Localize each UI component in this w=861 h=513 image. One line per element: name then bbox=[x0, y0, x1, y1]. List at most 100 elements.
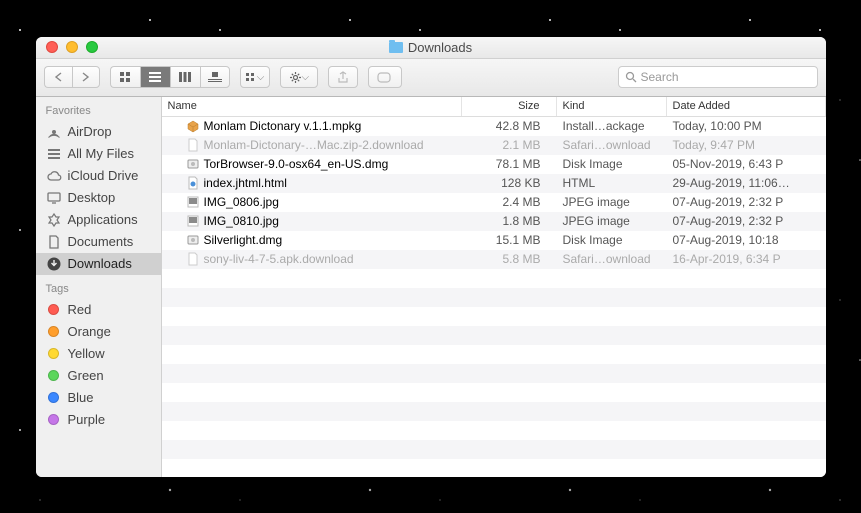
sidebar-item-desktop[interactable]: Desktop bbox=[36, 187, 161, 209]
sidebar-item-purple[interactable]: Purple bbox=[36, 409, 161, 431]
empty-row bbox=[162, 383, 826, 402]
docs-icon bbox=[46, 234, 62, 250]
sidebar-item-yellow[interactable]: Yellow bbox=[36, 343, 161, 365]
apps-icon bbox=[46, 212, 62, 228]
tag-dot-icon bbox=[46, 368, 62, 384]
gear-icon bbox=[289, 71, 302, 84]
sidebar-item-label: Applications bbox=[68, 212, 138, 227]
back-button[interactable] bbox=[44, 66, 72, 88]
file-kind-cell: Install…ackage bbox=[557, 119, 667, 133]
file-size-cell: 2.4 MB bbox=[462, 195, 557, 209]
file-icon bbox=[186, 119, 200, 133]
file-name-cell: IMG_0806.jpg bbox=[162, 195, 462, 209]
file-row[interactable]: IMG_0810.jpg1.8 MBJPEG image07-Aug-2019,… bbox=[162, 212, 826, 231]
file-row[interactable]: Silverlight.dmg 15.1 MBDisk Image07-Aug-2… bbox=[162, 231, 826, 250]
file-name: IMG_0810.jpg bbox=[204, 214, 279, 228]
sidebar-item-label: Blue bbox=[68, 390, 94, 405]
sidebar-item-icloud-drive[interactable]: iCloud Drive bbox=[36, 165, 161, 187]
sidebar-item-downloads[interactable]: Downloads bbox=[36, 253, 161, 275]
file-name: IMG_0806.jpg bbox=[204, 195, 279, 209]
column-size[interactable]: Size bbox=[462, 97, 557, 116]
sidebar-item-airdrop[interactable]: AirDrop bbox=[36, 121, 161, 143]
window-title-text: Downloads bbox=[408, 40, 472, 55]
tag-dot-icon bbox=[46, 302, 62, 318]
file-name: sony-liv-4-7-5.apk.download bbox=[204, 252, 354, 266]
file-name-cell: Monlam-Dictonary-…Mac.zip-2.download bbox=[162, 138, 462, 152]
sidebar-item-label: All My Files bbox=[68, 146, 134, 161]
sidebar-section-header: Tags bbox=[36, 275, 161, 299]
arrange-group: ⌵ bbox=[240, 66, 270, 88]
sidebar-item-green[interactable]: Green bbox=[36, 365, 161, 387]
sidebar-item-label: Purple bbox=[68, 412, 106, 427]
tag-dot-icon bbox=[46, 390, 62, 406]
file-date-cell: 07-Aug-2019, 10:18 bbox=[667, 233, 826, 247]
tag-icon bbox=[377, 72, 393, 83]
sidebar-item-label: Green bbox=[68, 368, 104, 383]
desktop-icon bbox=[46, 190, 62, 206]
file-row[interactable]: Monlam Dictonary v.1.1.mpkg42.8 MBInstal… bbox=[162, 117, 826, 136]
file-list[interactable]: Monlam Dictonary v.1.1.mpkg42.8 MBInstal… bbox=[162, 117, 826, 477]
empty-row bbox=[162, 364, 826, 383]
forward-button[interactable] bbox=[72, 66, 100, 88]
window-title: Downloads bbox=[36, 40, 826, 55]
file-name: Silverlight.dmg bbox=[204, 233, 283, 247]
chevron-down-icon: ⌵ bbox=[257, 72, 265, 83]
file-row[interactable]: IMG_0806.jpg2.4 MBJPEG image07-Aug-2019,… bbox=[162, 193, 826, 212]
share-button[interactable] bbox=[328, 66, 358, 88]
body: FavoritesAirDropAll My FilesiCloud Drive… bbox=[36, 97, 826, 477]
cloud-icon bbox=[46, 168, 62, 184]
close-button[interactable] bbox=[46, 41, 58, 53]
column-view-button[interactable] bbox=[170, 66, 200, 88]
list-view-button[interactable] bbox=[140, 66, 170, 88]
file-row[interactable]: index.jhtml.html128 KBHTML29-Aug-2019, 1… bbox=[162, 174, 826, 193]
empty-row bbox=[162, 326, 826, 345]
sidebar-item-orange[interactable]: Orange bbox=[36, 321, 161, 343]
file-date-cell: 07-Aug-2019, 2:32 P bbox=[667, 214, 826, 228]
file-kind-cell: Disk Image bbox=[557, 233, 667, 247]
sidebar-item-label: iCloud Drive bbox=[68, 168, 139, 183]
toolbar: ⌵ ⌵ Search bbox=[36, 59, 826, 97]
file-row[interactable]: sony-liv-4-7-5.apk.download5.8 MBSafari…… bbox=[162, 250, 826, 269]
maximize-button[interactable] bbox=[86, 41, 98, 53]
file-size-cell: 15.1 MB bbox=[462, 233, 557, 247]
empty-row bbox=[162, 288, 826, 307]
column-kind[interactable]: Kind bbox=[557, 97, 667, 116]
sidebar-item-label: Red bbox=[68, 302, 92, 317]
coverflow-view-button[interactable] bbox=[200, 66, 230, 88]
sidebar-item-applications[interactable]: Applications bbox=[36, 209, 161, 231]
file-name: TorBrowser-9.0-osx64_en-US.dmg bbox=[204, 157, 389, 171]
icon-view-button[interactable] bbox=[110, 66, 140, 88]
file-icon bbox=[186, 157, 200, 171]
share-icon bbox=[337, 71, 349, 84]
file-size-cell: 128 KB bbox=[462, 176, 557, 190]
file-name: index.jhtml.html bbox=[204, 176, 287, 190]
tags-button[interactable] bbox=[368, 66, 402, 88]
column-name[interactable]: Name bbox=[162, 97, 462, 116]
content-area: Name Size Kind Date Added Monlam Dictona… bbox=[162, 97, 826, 477]
arrange-button[interactable]: ⌵ bbox=[240, 66, 270, 88]
file-name-cell: Silverlight.dmg bbox=[162, 233, 462, 247]
sidebar-item-red[interactable]: Red bbox=[36, 299, 161, 321]
sidebar-item-blue[interactable]: Blue bbox=[36, 387, 161, 409]
nav-buttons bbox=[44, 66, 100, 88]
file-icon bbox=[186, 252, 200, 266]
file-name-cell: Monlam Dictonary v.1.1.mpkg bbox=[162, 119, 462, 133]
sidebar-item-documents[interactable]: Documents bbox=[36, 231, 161, 253]
file-name: Monlam-Dictonary-…Mac.zip-2.download bbox=[204, 138, 424, 152]
file-icon bbox=[186, 233, 200, 247]
column-date[interactable]: Date Added bbox=[667, 97, 826, 116]
empty-row bbox=[162, 345, 826, 364]
titlebar[interactable]: Downloads bbox=[36, 37, 826, 59]
sidebar-item-label: Documents bbox=[68, 234, 134, 249]
file-row[interactable]: TorBrowser-9.0-osx64_en-US.dmg78.1 MBDis… bbox=[162, 155, 826, 174]
folder-icon bbox=[389, 42, 403, 53]
action-button[interactable]: ⌵ bbox=[280, 66, 319, 88]
file-size-cell: 2.1 MB bbox=[462, 138, 557, 152]
empty-row bbox=[162, 307, 826, 326]
file-row[interactable]: Monlam-Dictonary-…Mac.zip-2.download 2.1 … bbox=[162, 136, 826, 155]
tag-dot-icon bbox=[46, 346, 62, 362]
search-input[interactable]: Search bbox=[618, 66, 818, 88]
minimize-button[interactable] bbox=[66, 41, 78, 53]
column-kind-label: Kind bbox=[563, 100, 585, 112]
sidebar-item-all-my-files[interactable]: All My Files bbox=[36, 143, 161, 165]
